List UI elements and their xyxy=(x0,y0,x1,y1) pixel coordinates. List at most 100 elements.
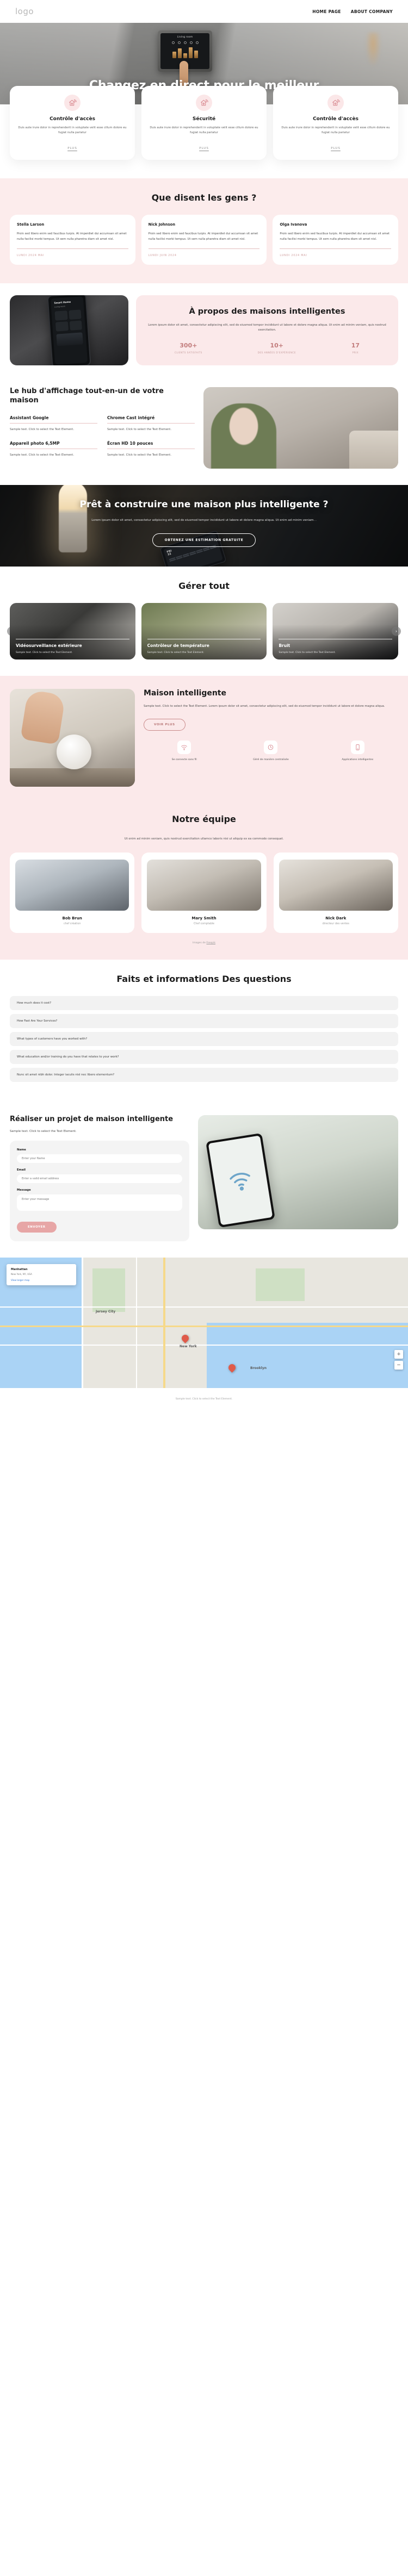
stat-label: CLIENTS SATISFAITS xyxy=(174,351,202,354)
about-content: À propos des maisons intelligentes Lorem… xyxy=(136,295,398,366)
map-marker[interactable] xyxy=(180,1333,190,1344)
gallery-card-heading: Vidéosurveillance extérieure xyxy=(16,643,82,648)
hub-feature-text: Sample text. Click to select the Text El… xyxy=(107,427,171,431)
site-footer: Sample text. Click to select the Text El… xyxy=(0,1388,408,1410)
light-icon xyxy=(177,41,181,44)
hub-feature-heading: Appareil photo 6,5MP xyxy=(10,441,60,446)
submit-button[interactable]: ENVOYER xyxy=(17,1222,57,1233)
feature-more-link[interactable]: PLUS xyxy=(331,147,341,150)
faq-item[interactable]: What types of customers have you worked … xyxy=(10,1032,398,1047)
hub-feature-text: Sample text. Click to select the Text El… xyxy=(107,453,171,457)
nav-item-about-company[interactable]: ABOUT COMPANY xyxy=(351,9,393,14)
stat-number: 300+ xyxy=(180,342,197,350)
faq-title: Faits et informations Des questions xyxy=(116,974,292,985)
map-section[interactable]: New York Jersey City Brooklyn Manhattan … xyxy=(0,1258,408,1389)
smart-feature-item: Se connecte sans fil xyxy=(144,740,225,762)
team-member-name: Mary Smith xyxy=(191,916,217,921)
faq-item[interactable]: How Fast Are Your Services? xyxy=(10,1014,398,1029)
feature-more-link[interactable]: PLUS xyxy=(67,147,77,150)
divider xyxy=(148,248,260,250)
email-field[interactable] xyxy=(17,1174,182,1184)
about-image: Smart Home Living room xyxy=(10,295,128,366)
message-field[interactable] xyxy=(17,1194,182,1211)
hub-feature-text: Sample text. Click to select the Text El… xyxy=(10,427,74,431)
name-field[interactable] xyxy=(17,1154,182,1163)
gallery-card-text: Sample text. Click to select the Text El… xyxy=(16,651,73,655)
smart-feature-label: Applications intelligentes xyxy=(342,758,374,761)
tablet-mockup xyxy=(206,1133,275,1228)
testimonial-name: Olga Ivanova xyxy=(280,222,307,227)
feature-text: Duis aute irure dolor in reprehenderit i… xyxy=(150,126,258,135)
team-member-name: Nick Dark xyxy=(325,916,347,921)
team-member-card: Nick Dark directeur des ventes xyxy=(273,853,398,934)
map-highway xyxy=(0,1326,408,1328)
feature-card[interactable]: Contrôle d'accès Duis aute irure dolor i… xyxy=(10,86,135,160)
cta-title: Prêt à construire une maison plus intell… xyxy=(79,499,329,511)
testimonials-row: Stella Larson Proin sed libero enim sed … xyxy=(10,215,399,265)
map-label-jersey-city: Jersey City xyxy=(96,1310,116,1314)
avatar xyxy=(15,860,129,911)
feature-text: Duis aute irure dolor in reprehenderit i… xyxy=(18,126,127,135)
smart-home-wifi-icon xyxy=(327,95,344,111)
map-info-card[interactable]: Manhattan New York, NY, USA View larger … xyxy=(7,1264,76,1285)
testimonial-text: Proin sed libero enim sed faucibus turpi… xyxy=(148,232,258,241)
avatar xyxy=(279,860,393,911)
feature-card[interactable]: Sécurité Duis aute irure dolor in repreh… xyxy=(141,86,267,160)
hub-feature-item: Écran HD 10 pouces Sample text. Click to… xyxy=(107,441,195,458)
contact-title: Réaliser un projet de maison intelligent… xyxy=(10,1115,174,1124)
logo[interactable]: logo xyxy=(15,7,34,16)
hub-title: Le hub d'affichage tout-en-un de votre m… xyxy=(10,387,164,405)
map-road xyxy=(82,1258,83,1389)
nav-item-home-page[interactable]: HOME PAGE xyxy=(312,9,341,14)
zoom-out-button[interactable]: − xyxy=(394,1361,403,1370)
view-larger-map-link[interactable]: View larger map xyxy=(11,1279,72,1281)
map-label-new-york: New York xyxy=(180,1345,197,1349)
smart-feature-label: Se connecte sans fil xyxy=(171,758,197,761)
freepik-link[interactable]: Freepik xyxy=(206,942,215,944)
gallery-card[interactable]: Vidéosurveillance extérieure Sample text… xyxy=(10,603,135,660)
name-label: Name xyxy=(17,1148,26,1152)
cta-content: Prêt à construire une maison plus intell… xyxy=(0,485,408,547)
faq-item[interactable]: Nunc sit amet nibh dolor. Integer iaculi… xyxy=(10,1068,398,1082)
gallery-card[interactable]: Contrôleur de température Sample text. C… xyxy=(141,603,267,660)
carousel-next-icon[interactable]: › xyxy=(392,626,401,636)
faq-item[interactable]: How much does it cost? xyxy=(10,996,398,1011)
hub-feature-heading: Chrome Cast intégré xyxy=(107,415,155,421)
hero-panel-icons xyxy=(171,41,199,44)
team-section: Notre équipe Ut enim ad minim veniam, qu… xyxy=(0,802,408,960)
divider xyxy=(107,423,195,424)
hero-panel-title: Living room xyxy=(177,36,193,39)
gallery-title: Gérer tout xyxy=(178,581,230,592)
phone-mockup: Smart Home Living room xyxy=(47,295,91,366)
smart-device-icon xyxy=(350,740,364,754)
email-label: Email xyxy=(17,1168,26,1172)
gallery-card[interactable]: Bruit Sample text. Click to select the T… xyxy=(273,603,399,660)
faq-item[interactable]: What education and/or training do you ha… xyxy=(10,1050,398,1065)
see-more-button[interactable]: VOIR PLUS xyxy=(144,718,186,731)
message-label: Message xyxy=(17,1189,31,1192)
feature-more-link[interactable]: PLUS xyxy=(199,147,209,150)
about-section: Smart Home Living room À propos des mais… xyxy=(0,283,408,379)
control-dial-icon xyxy=(264,740,278,754)
zoom-in-button[interactable]: + xyxy=(394,1350,403,1359)
hero-plant-decoration xyxy=(364,33,382,71)
feature-card[interactable]: Contrôle d'accès Duis aute irure dolor i… xyxy=(273,86,398,160)
get-free-estimate-button[interactable]: OBTENEZ UNE ESTIMATION GRATUITE xyxy=(152,533,256,547)
feature-title: Contrôle d'accès xyxy=(50,116,95,122)
testimonial-date: LUNDI 2024 MAI xyxy=(17,254,45,258)
stat-number: 10+ xyxy=(270,342,284,350)
team-member-role: directeur des ventes xyxy=(322,923,350,926)
hub-image xyxy=(203,387,398,469)
gallery-card-text: Sample text. Click to select the Text El… xyxy=(147,651,205,655)
testimonials-title: Que disent les gens ? xyxy=(151,192,257,203)
phone-screen-subtitle: Living room xyxy=(54,305,65,308)
team-member-role: chef création xyxy=(63,923,81,926)
map-label-brooklyn: Brooklyn xyxy=(250,1366,267,1371)
gallery-card-text: Sample text. Click to select the Text El… xyxy=(279,651,336,655)
table-decoration xyxy=(10,768,135,787)
image-credit-prefix: Images de xyxy=(192,942,207,945)
stat-item: 17 PRIX xyxy=(351,342,360,354)
testimonial-text: Proin sed libero enim sed faucibus turpi… xyxy=(17,232,127,241)
person-decoration xyxy=(211,403,276,469)
smart-home-content: Maison intelligente Sample text. Click t… xyxy=(144,689,398,761)
